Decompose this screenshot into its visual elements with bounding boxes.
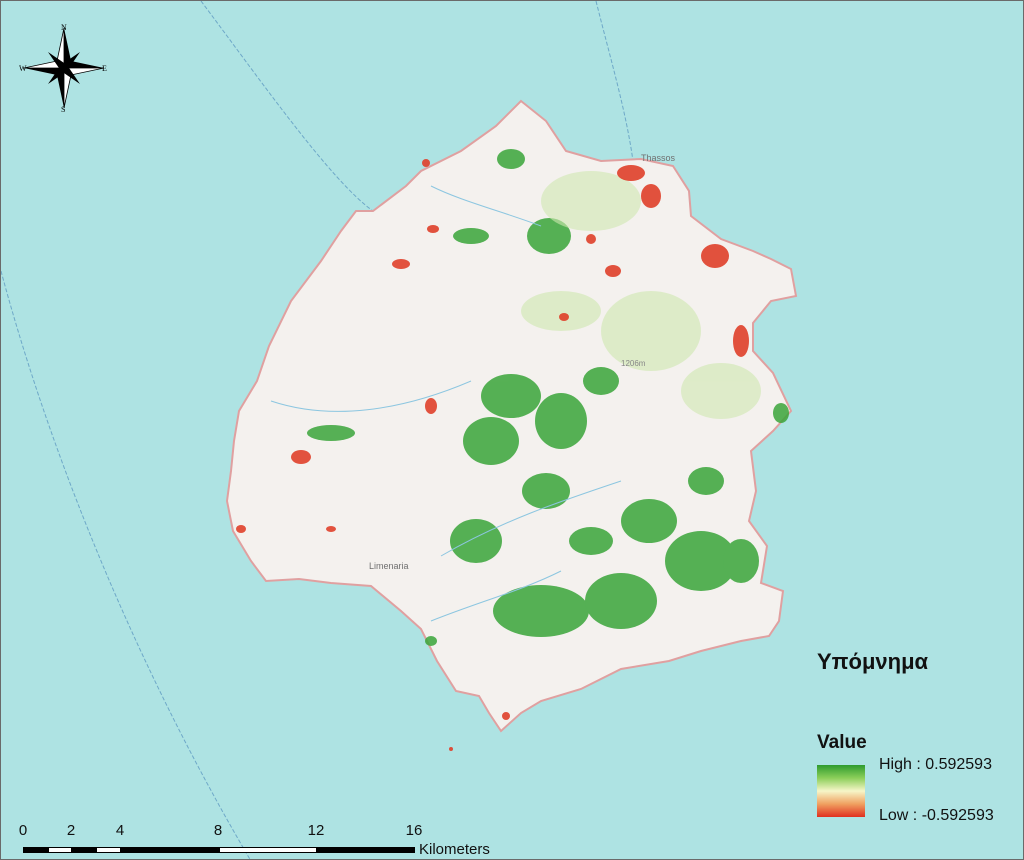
scale-segment [72, 847, 96, 853]
legend-high-label: High : 0.592593 [879, 756, 992, 773]
map-basemap [1, 1, 798, 859]
legend-title: Υπόμνημα [817, 649, 929, 674]
scale-tick-4: 4 [115, 822, 125, 839]
scale-tick-16: 16 [405, 822, 423, 839]
north-arrow: N S W E [19, 21, 109, 114]
compass-s: S [61, 105, 65, 113]
compass-rose-icon: N S W E [19, 23, 107, 114]
scale-segment [48, 847, 72, 853]
scale-segment [23, 847, 48, 853]
scale-segment [96, 847, 121, 853]
legend-low-label: Low : -0.592593 [879, 807, 994, 824]
scale-segment [121, 847, 219, 853]
scale-tick-12: 12 [307, 822, 325, 839]
scale-bar: 0 2 4 8 12 16 Kilometers [19, 822, 519, 858]
scale-segment [219, 847, 317, 853]
scale-unit: Kilometers [419, 841, 490, 858]
scale-tick-2: 2 [66, 822, 76, 839]
compass-n: N [61, 23, 67, 32]
compass-w: W [19, 64, 27, 73]
scale-tick-8: 8 [213, 822, 223, 839]
label-town-southwest: Limenaria [369, 561, 409, 571]
legend-field: Value [817, 732, 867, 753]
map-canvas[interactable]: Thassos Limenaria 1206m N S W E Υπόμνημα… [0, 0, 1024, 860]
compass-e: E [102, 64, 107, 73]
legend-color-ramp [817, 765, 865, 817]
label-peak: 1206m [621, 359, 646, 368]
scale-tick-0: 0 [18, 822, 28, 839]
scale-segment [317, 847, 415, 853]
label-town-north: Thassos [641, 153, 676, 163]
